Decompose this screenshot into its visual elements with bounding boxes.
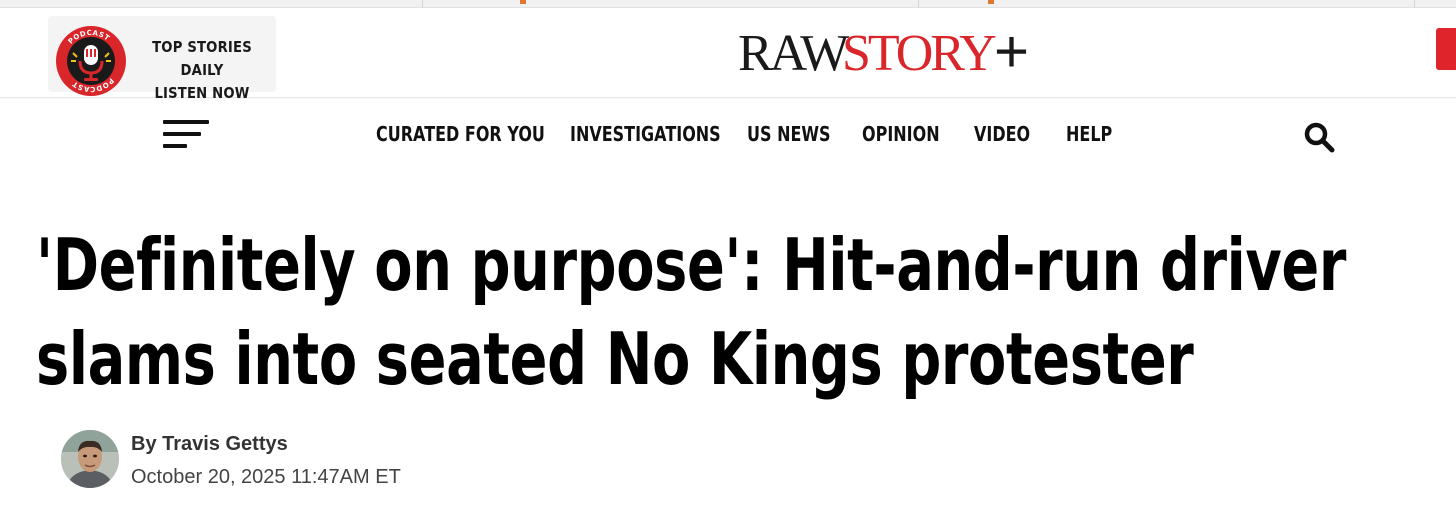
author-photo [61, 430, 119, 488]
nav-item-curated-for-you[interactable]: CURATED FOR YOU [376, 122, 545, 146]
headline-line-2: slams into seated No Kings protester [36, 317, 1194, 401]
publish-date: October 20, 2025 11:47AM ET [131, 466, 401, 488]
search-icon[interactable] [1302, 120, 1336, 154]
tab-indicator [988, 0, 994, 4]
headline-line-1: 'Definitely on purpose': Hit-and-run dri… [36, 223, 1346, 307]
logo-plus: + [994, 24, 1029, 80]
tab-divider [1414, 0, 1415, 8]
logo-story: STORY [842, 25, 996, 80]
subscribe-button[interactable] [1436, 28, 1456, 70]
podcast-promo[interactable]: PODCAST PODCAST TOP STORIES DAILY LISTEN… [48, 16, 276, 102]
article-headline: 'Definitely on purpose': Hit-and-run dri… [36, 218, 1346, 406]
nav-item-investigations[interactable]: INVESTIGATIONS [570, 122, 721, 146]
nav-item-help[interactable]: HELP [1066, 122, 1112, 146]
browser-tab-strip [0, 0, 1456, 8]
tab-indicator [520, 0, 526, 4]
nav-item-opinion[interactable]: OPINION [862, 122, 940, 146]
nav-item-us-news[interactable]: US NEWS [747, 122, 831, 146]
tab-divider [422, 0, 423, 8]
author-avatar[interactable] [61, 430, 119, 488]
logo-raw: RAW [738, 25, 849, 80]
podcast-line1: TOP STORIES DAILY [152, 38, 252, 79]
podcast-badge-icon: PODCAST PODCAST [56, 26, 126, 96]
podcast-promo-text: TOP STORIES DAILY LISTEN NOW [140, 36, 263, 105]
nav-item-video[interactable]: VIDEO [974, 122, 1030, 146]
main-nav: CURATED FOR YOU INVESTIGATIONS US NEWS O… [0, 98, 1456, 176]
hamburger-icon[interactable] [163, 120, 209, 152]
rawstory-logo[interactable]: RAW STORY + [738, 24, 1044, 80]
author-name[interactable]: By Travis Gettys [131, 433, 288, 456]
site-header: PODCAST PODCAST TOP STORIES DAILY LISTEN… [0, 8, 1456, 102]
tab-divider [918, 0, 919, 8]
